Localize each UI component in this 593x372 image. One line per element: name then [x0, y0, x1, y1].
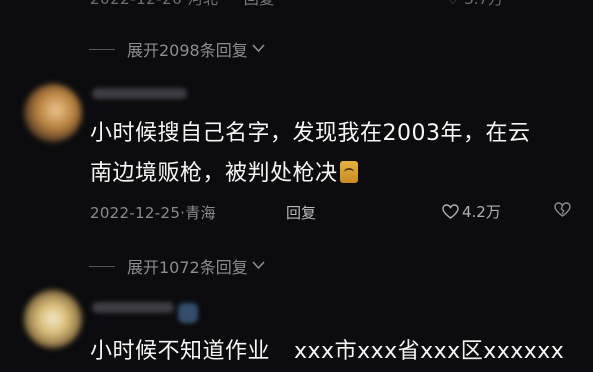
- comment-text: 小时候搜自己名字，发现我在2003年，在云 南边境贩枪，被判处枪决: [90, 114, 570, 194]
- avatar[interactable]: [24, 290, 82, 348]
- expand-replies-label: 展开1072条回复: [127, 258, 248, 277]
- comment-text-line-2: 南边境贩枪，被判处枪决: [90, 154, 570, 194]
- comment-text-part-2: xxx市xxx省xxx区xxxxxx: [294, 339, 565, 364]
- username-blurred[interactable]: [92, 302, 174, 313]
- heart-outline-icon: [442, 204, 459, 219]
- broken-heart-icon: [554, 202, 571, 217]
- expand-replies-label: 展开2098条回复: [127, 41, 248, 60]
- expand-replies-button-2[interactable]: 展开1072条回复: [89, 254, 265, 278]
- previous-comment-meta: 2022-12-26·河北 回复: [90, 0, 275, 9]
- previous-comment-reply-button[interactable]: 回复: [244, 0, 275, 8]
- heart-outline-icon: ♡: [446, 0, 459, 8]
- previous-comment-like[interactable]: ♡ 3.7万: [446, 0, 503, 9]
- user-badge-icon: [178, 303, 198, 323]
- expand-replies-button[interactable]: 展开2098条回复: [89, 37, 265, 61]
- emoji-icon: [339, 161, 358, 183]
- comment-text-line: 小时候搜自己名字，发现我在2003年，在云: [90, 121, 531, 146]
- like-count: 4.2万: [462, 203, 501, 221]
- previous-comment-like-count: 3.7万: [464, 0, 503, 8]
- comment-text-part: 小时候不知道作业: [90, 339, 271, 364]
- comment-text-2: 小时候不知道作业 xxx市xxx省xxx区xxxxxx: [90, 332, 570, 372]
- avatar[interactable]: [24, 84, 82, 142]
- username-blurred[interactable]: [92, 88, 187, 99]
- comment-meta-row: 2022-12-25·青海 回复 4.2万: [90, 200, 580, 224]
- reply-button[interactable]: 回复: [286, 202, 316, 223]
- like-button[interactable]: 4.2万: [442, 201, 501, 222]
- divider-line: [89, 48, 115, 50]
- chevron-down-icon: [252, 259, 265, 274]
- dislike-button[interactable]: [554, 202, 571, 221]
- divider-line: [89, 265, 115, 267]
- chevron-down-icon: [252, 42, 265, 57]
- comment-date-location: 2022-12-25·青海: [90, 204, 216, 222]
- previous-comment-date: 2022-12-26·河北: [90, 0, 218, 8]
